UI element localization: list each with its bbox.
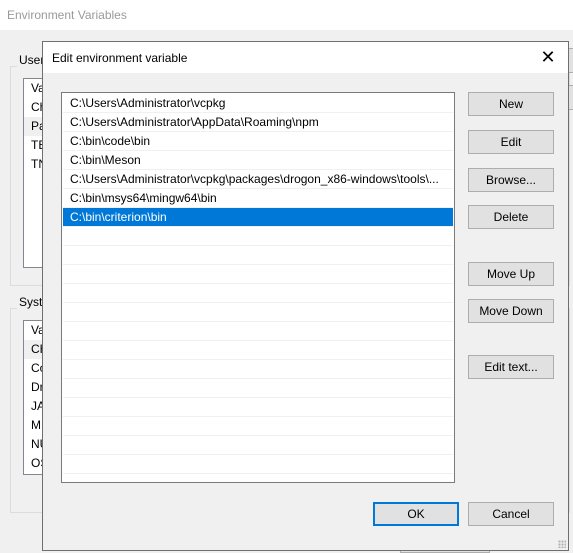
empty-row[interactable] [63, 455, 453, 474]
ok-button[interactable]: OK [373, 502, 459, 526]
delete-button[interactable]: Delete [468, 205, 554, 229]
path-row[interactable]: C:\Users\Administrator\vcpkg [63, 94, 453, 113]
edit-button[interactable]: Edit [468, 130, 554, 154]
cancel-button[interactable]: Cancel [468, 502, 554, 526]
empty-row[interactable] [63, 398, 453, 417]
empty-row[interactable] [63, 360, 453, 379]
path-row[interactable]: C:\bin\criterion\bin [63, 208, 453, 227]
path-row[interactable]: C:\bin\msys64\mingw64\bin [63, 189, 453, 208]
empty-row[interactable] [63, 246, 453, 265]
path-row[interactable]: C:\Users\Administrator\AppData\Roaming\n… [63, 113, 453, 132]
background-window-title: Environment Variables [7, 8, 127, 22]
dialog-title: Edit environment variable [52, 51, 188, 65]
empty-row[interactable] [63, 227, 453, 246]
path-row[interactable]: C:\bin\Meson [63, 151, 453, 170]
dialog-titlebar: Edit environment variable ✕ [43, 42, 568, 73]
resize-grip-icon[interactable] [558, 540, 566, 548]
background-window-titlebar: Environment Variables [0, 0, 573, 30]
empty-row[interactable] [63, 322, 453, 341]
path-row[interactable]: C:\Users\Administrator\vcpkg\packages\dr… [63, 170, 453, 189]
empty-row[interactable] [63, 341, 453, 360]
close-icon[interactable]: ✕ [538, 47, 558, 68]
edit-environment-variable-dialog: Edit environment variable ✕ C:\Users\Adm… [42, 41, 569, 551]
empty-row[interactable] [63, 436, 453, 455]
edit-text-button[interactable]: Edit text... [468, 355, 554, 379]
empty-row[interactable] [63, 379, 453, 398]
new-button[interactable]: New [468, 92, 554, 116]
empty-row[interactable] [63, 265, 453, 284]
browse-button[interactable]: Browse... [468, 168, 554, 192]
path-row[interactable]: C:\bin\code\bin [63, 132, 453, 151]
empty-row[interactable] [63, 417, 453, 436]
empty-row[interactable] [63, 284, 453, 303]
empty-row[interactable] [63, 303, 453, 322]
move-up-button[interactable]: Move Up [468, 262, 554, 286]
move-down-button[interactable]: Move Down [468, 299, 554, 323]
path-list[interactable]: C:\Users\Administrator\vcpkg C:\Users\Adm… [61, 92, 455, 483]
